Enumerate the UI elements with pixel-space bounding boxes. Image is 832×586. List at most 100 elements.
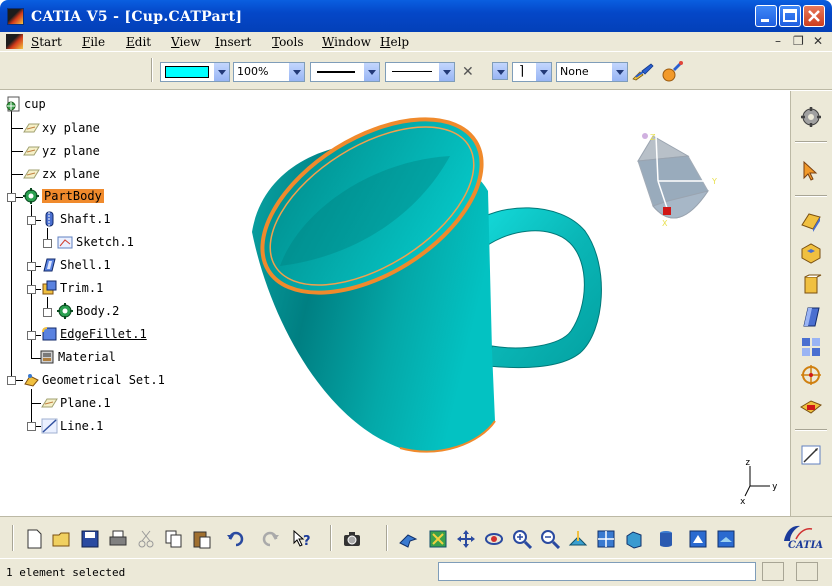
toolbar-grip[interactable] <box>12 525 14 551</box>
dropdown-arrow-icon[interactable] <box>611 63 627 81</box>
tree-node-body2[interactable]: Body.2 <box>57 302 119 320</box>
dropdown-arrow-icon[interactable] <box>492 62 508 80</box>
power-input-field[interactable] <box>438 562 756 581</box>
hide-show-icon[interactable] <box>688 529 708 549</box>
dropdown-arrow-icon[interactable] <box>535 63 551 81</box>
settings-gear-icon[interactable] <box>799 105 823 129</box>
start-menu-icon[interactable] <box>6 34 23 49</box>
new-document-icon[interactable] <box>24 529 44 549</box>
copy-icon[interactable] <box>164 529 184 549</box>
dropdown-arrow-icon[interactable] <box>213 63 229 81</box>
document-close-icon[interactable]: ✕ <box>813 34 823 48</box>
tree-node-trim[interactable]: Trim.1 <box>41 279 103 297</box>
multi-view-icon[interactable] <box>596 529 616 549</box>
toolbar-grip[interactable] <box>151 58 153 82</box>
cut-icon[interactable] <box>136 529 156 549</box>
menu-view[interactable]: View <box>171 35 201 49</box>
rotate-icon[interactable] <box>484 529 504 549</box>
undo-icon[interactable] <box>226 529 246 549</box>
shaft-tool-icon[interactable] <box>799 273 823 297</box>
tree-node-partbody[interactable]: PartBody <box>23 187 104 205</box>
expand-toggle-body2[interactable] <box>43 308 52 317</box>
document-minimize-icon[interactable]: – <box>775 34 781 48</box>
expand-toggle-sketch[interactable] <box>43 239 52 248</box>
rendering-style-dropdown[interactable]: ⌉ <box>512 62 552 82</box>
toolbar-grip[interactable] <box>330 525 332 551</box>
document-restore-icon[interactable]: ❐ <box>793 34 804 48</box>
quick-view-icon[interactable] <box>624 529 644 549</box>
select-arrow-icon[interactable] <box>799 159 823 183</box>
edge-fillet-tool-icon[interactable] <box>799 305 823 329</box>
format-painter-icon[interactable] <box>632 63 654 81</box>
menu-file[interactable]: File <box>82 35 105 49</box>
sketcher-icon[interactable] <box>799 443 823 467</box>
graphic-properties-wizard-icon[interactable] <box>660 60 684 82</box>
tree-node-plane1[interactable]: Plane.1 <box>41 394 111 412</box>
menu-start[interactable]: Start <box>31 35 62 49</box>
linetype-dropdown[interactable] <box>385 62 455 82</box>
compass-handle[interactable] <box>642 133 648 139</box>
fly-mode-icon[interactable] <box>398 529 418 549</box>
tree-node-zx-plane[interactable]: zx plane <box>23 165 100 183</box>
collapse-toggle-geoset[interactable] <box>7 376 16 385</box>
collapse-toggle-partbody[interactable] <box>7 193 16 202</box>
zoom-in-icon[interactable] <box>512 529 532 549</box>
point-symbol-dropdown[interactable] <box>490 62 508 82</box>
point-symbol-icon[interactable]: ✕ <box>462 64 474 80</box>
expand-toggle-line[interactable] <box>27 422 36 431</box>
normal-view-icon[interactable] <box>568 529 588 549</box>
print-icon[interactable] <box>108 529 128 549</box>
menu-edit[interactable]: Edit <box>126 35 151 49</box>
dropdown-arrow-icon[interactable] <box>288 63 304 81</box>
tree-node-line1[interactable]: Line.1 <box>41 417 103 435</box>
transparency-dropdown[interactable]: 100% <box>233 62 305 82</box>
dropdown-arrow-icon[interactable] <box>438 63 454 81</box>
pattern-icon[interactable] <box>799 335 823 359</box>
menu-tools[interactable]: Tools <box>272 35 304 49</box>
fit-all-in-icon[interactable] <box>428 529 448 549</box>
tree-node-geoset[interactable]: Geometrical Set.1 <box>23 371 165 389</box>
paste-icon[interactable] <box>192 529 212 549</box>
menu-insert[interactable]: Insert <box>215 35 251 49</box>
layer-dropdown[interactable]: None <box>556 62 628 82</box>
status-bar-button[interactable] <box>796 562 818 581</box>
toolbar-grip[interactable] <box>386 525 388 551</box>
compass-origin-handle[interactable] <box>663 207 671 215</box>
tree-node-sketch[interactable]: Sketch.1 <box>57 233 134 251</box>
tree-node-xy-plane[interactable]: xy plane <box>23 119 100 137</box>
minimize-button[interactable] <box>755 5 777 27</box>
expand-toggle-edgefillet[interactable] <box>27 331 36 340</box>
fill-color-dropdown[interactable] <box>160 62 230 82</box>
pad-icon[interactable] <box>799 209 823 233</box>
menu-help[interactable]: Help <box>380 35 409 49</box>
save-icon[interactable] <box>80 529 100 549</box>
dropdown-arrow-icon[interactable] <box>363 63 379 81</box>
whats-this-help-icon[interactable]: ? <box>292 529 312 549</box>
tree-node-shaft[interactable]: Shaft.1 <box>41 210 111 228</box>
open-folder-icon[interactable] <box>52 529 72 549</box>
pocket-icon[interactable] <box>799 241 823 265</box>
tree-node-yz-plane[interactable]: yz plane <box>23 142 100 160</box>
view-mode-icon[interactable] <box>656 529 676 549</box>
tree-node-material[interactable]: Material <box>39 348 116 366</box>
line-thickness-dropdown[interactable] <box>310 62 380 82</box>
expand-toggle-shell[interactable] <box>27 262 36 271</box>
zoom-out-icon[interactable] <box>540 529 560 549</box>
capture-camera-icon[interactable] <box>342 529 362 549</box>
expand-toggle-shaft[interactable] <box>27 216 36 225</box>
compass-widget[interactable]: Z Y X <box>628 126 728 246</box>
3d-viewport[interactable]: Z Y X z y x <box>200 91 790 516</box>
pan-icon[interactable] <box>456 529 476 549</box>
reference-point-icon[interactable] <box>799 363 823 387</box>
apply-material-icon[interactable] <box>799 395 823 419</box>
tree-node-root[interactable]: cup <box>5 95 46 113</box>
tree-node-shell[interactable]: Shell.1 <box>41 256 111 274</box>
maximize-button[interactable] <box>779 5 801 27</box>
tree-node-edgefillet[interactable]: EdgeFillet.1 <box>41 325 147 343</box>
menu-window[interactable]: Window <box>322 35 371 49</box>
swap-visible-space-icon[interactable] <box>716 529 736 549</box>
close-button[interactable] <box>803 5 825 27</box>
redo-icon[interactable] <box>260 529 280 549</box>
expand-toggle-trim[interactable] <box>27 285 36 294</box>
stop-command-button[interactable] <box>762 562 784 581</box>
